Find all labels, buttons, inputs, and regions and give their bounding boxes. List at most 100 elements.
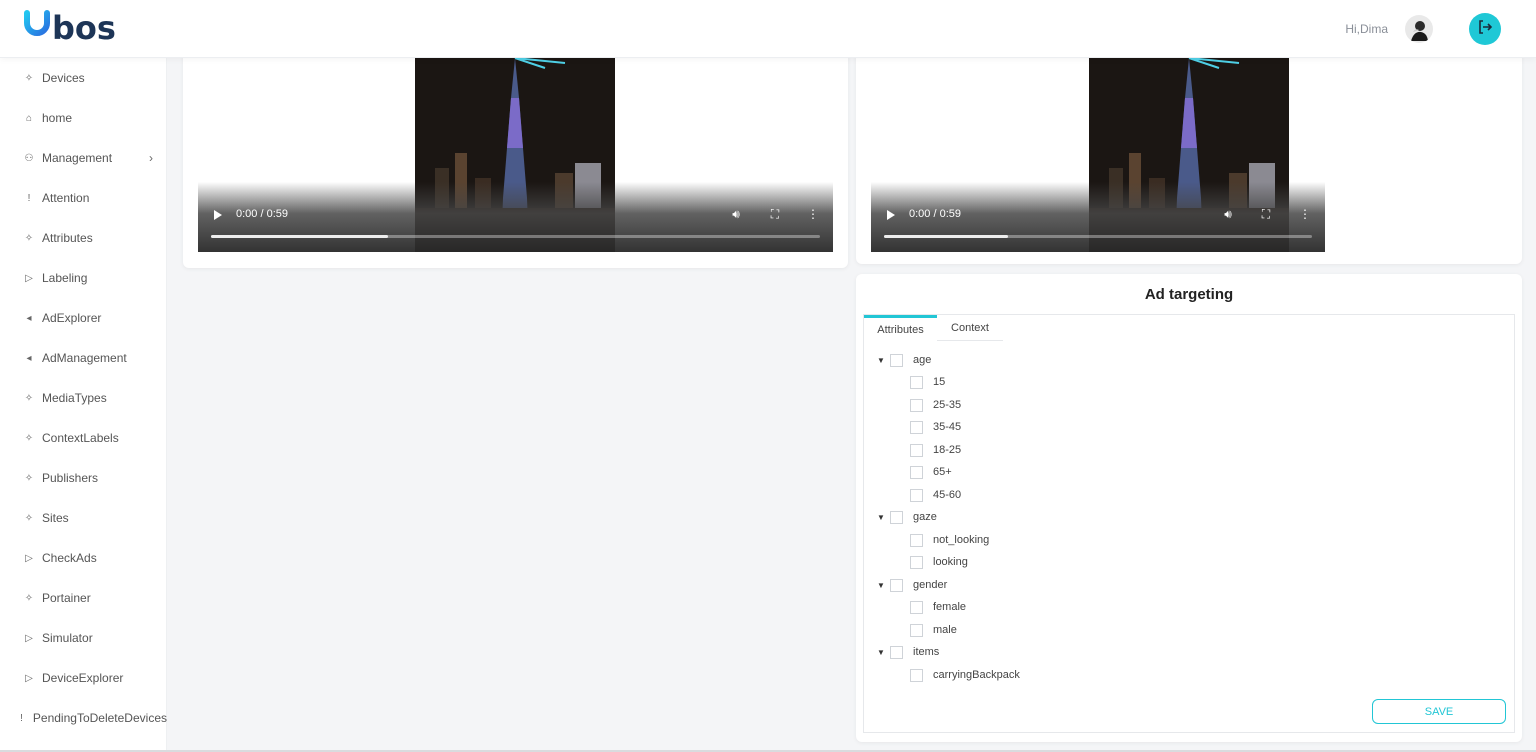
logout-button[interactable] — [1469, 13, 1501, 45]
sidebar-item-labeling[interactable]: ▷ Labeling — [0, 258, 167, 298]
checkbox[interactable] — [910, 623, 923, 637]
checkbox[interactable] — [910, 420, 923, 434]
video-player-1[interactable]: 0:00 / 0:59 🔊︎ ⛶ ⋮ — [198, 58, 833, 252]
sparkle-icon: ✧ — [24, 432, 34, 444]
volume-button[interactable]: 🔊︎ — [1220, 206, 1236, 222]
sidebar-item-label: Portainer — [42, 591, 91, 605]
sidebar-item-label: PendingToDeleteDevices — [32, 711, 167, 725]
video-progress-bar[interactable] — [211, 235, 820, 238]
checkbox[interactable] — [910, 398, 923, 412]
checkbox[interactable] — [910, 600, 923, 614]
checkbox[interactable] — [910, 668, 923, 682]
sparkle-icon: ✧ — [24, 472, 34, 484]
checkbox[interactable] — [890, 645, 903, 659]
fullscreen-icon: ⛶ — [770, 206, 780, 221]
caret-down-icon[interactable]: ▼ — [876, 648, 886, 657]
sidebar-item-label: DeviceExplorer — [42, 671, 124, 685]
sidebar-item-label: AdExplorer — [42, 311, 102, 325]
ubos-logo[interactable]: bos — [24, 9, 144, 47]
sidebar-item-label: home — [42, 111, 73, 125]
tree-leaf-label: female — [933, 601, 967, 613]
checkbox[interactable] — [890, 510, 903, 524]
fullscreen-button[interactable]: ⛶ — [767, 206, 783, 222]
sidebar-item-admanagement[interactable]: ◂ AdManagement — [0, 338, 167, 378]
exclamation-icon: ! — [20, 712, 23, 724]
sidebar-item-publishers[interactable]: ✧ Publishers — [0, 458, 167, 498]
tree-leaf: 65+ — [910, 461, 952, 483]
tab-attributes[interactable]: Attributes — [864, 315, 937, 341]
caret-down-icon[interactable]: ▼ — [876, 356, 886, 365]
tab-context[interactable]: Context — [937, 315, 1003, 341]
play-button[interactable] — [887, 210, 895, 220]
tag-icon: ▷ — [25, 272, 33, 284]
checkbox[interactable] — [890, 578, 903, 592]
caret-down-icon[interactable]: ▼ — [876, 513, 886, 522]
checkbox[interactable] — [910, 555, 923, 569]
tree-node-label: items — [913, 646, 940, 658]
tree-leaf: carryingBackpack — [910, 664, 1020, 686]
sidebar-item-label: Attributes — [42, 231, 93, 245]
tree-leaf: 25-35 — [910, 394, 961, 416]
tree-leaf-label: 35-45 — [933, 421, 962, 433]
checkbox[interactable] — [910, 533, 923, 547]
fullscreen-button[interactable]: ⛶ — [1258, 206, 1274, 222]
sidebar: ✧ Devices ⌂ home ⚇ Management › ! Attention ✧… — [0, 58, 167, 752]
sidebar-item-attention[interactable]: ! Attention — [0, 178, 167, 218]
sidebar-item-management[interactable]: ⚇ Management › — [0, 138, 167, 178]
sidebar-item-home[interactable]: ⌂ home — [0, 98, 167, 138]
tag-icon: ▷ — [25, 552, 33, 564]
tree-node-age: ▼ age — [876, 349, 931, 371]
sidebar-item-simulator[interactable]: ▷ Simulator — [0, 618, 167, 658]
video-progress-bar[interactable] — [884, 235, 1312, 238]
sidebar-item-devices[interactable]: ✧ Devices — [0, 58, 167, 98]
sidebar-item-deviceexplorer[interactable]: ▷ DeviceExplorer — [0, 658, 167, 698]
checkbox[interactable] — [910, 488, 923, 502]
caret-down-icon[interactable]: ▼ — [876, 581, 886, 590]
volume-icon: 🔊︎ — [732, 206, 740, 221]
video-card-1: 0:00 / 0:59 🔊︎ ⛶ ⋮ — [183, 46, 848, 268]
sidebar-item-label: CheckAds — [42, 551, 97, 565]
sidebar-item-checkads[interactable]: ▷ CheckAds — [0, 538, 167, 578]
tree-node-label: gaze — [913, 511, 937, 523]
sidebar-item-label: Sites — [42, 511, 69, 525]
sidebar-item-adexplorer[interactable]: ◂ AdExplorer — [0, 298, 167, 338]
video-progress-fill — [211, 235, 388, 238]
megaphone-icon: ◂ — [26, 312, 32, 324]
tree-leaf-label: not_looking — [933, 534, 990, 546]
sidebar-item-label: Management — [42, 151, 113, 165]
save-button[interactable]: SAVE — [1372, 699, 1506, 724]
more-options-button[interactable]: ⋮ — [1297, 206, 1313, 222]
sidebar-item-label: MediaTypes — [42, 391, 107, 405]
tree-leaf-label: 25-35 — [933, 399, 962, 411]
tree-leaf-label: carryingBackpack — [933, 669, 1020, 681]
user-avatar[interactable] — [1405, 15, 1433, 43]
video-player-2[interactable]: 0:00 / 0:59 🔊︎ ⛶ ⋮ — [871, 58, 1325, 252]
checkbox[interactable] — [910, 443, 923, 457]
tree-leaf-label: male — [933, 624, 957, 636]
sidebar-item-mediatypes[interactable]: ✧ MediaTypes — [0, 378, 167, 418]
video-card-2: 0:00 / 0:59 🔊︎ ⛶ ⋮ — [856, 46, 1522, 264]
sidebar-item-pendingtodeletedevices[interactable]: ! PendingToDeleteDevices — [0, 698, 167, 738]
users-icon: ⚇ — [24, 152, 34, 164]
sidebar-item-label: AdManagement — [42, 351, 127, 365]
volume-button[interactable]: 🔊︎ — [728, 206, 744, 222]
chevron-right-icon: › — [149, 151, 153, 165]
sidebar-item-sites[interactable]: ✧ Sites — [0, 498, 167, 538]
svg-text:bos: bos — [52, 9, 116, 43]
play-button[interactable] — [214, 210, 222, 220]
tree-leaf-label: 65+ — [933, 466, 952, 478]
checkbox[interactable] — [890, 353, 903, 367]
more-options-button[interactable]: ⋮ — [805, 206, 821, 222]
tree-leaf-label: looking — [933, 556, 968, 568]
sidebar-item-label: Publishers — [42, 471, 99, 485]
sparkle-icon: ✧ — [24, 72, 34, 84]
sparkle-icon: ✧ — [24, 232, 34, 244]
sidebar-item-attributes[interactable]: ✧ Attributes — [0, 218, 167, 258]
tree-leaf: looking — [910, 551, 968, 573]
sidebar-item-contextlabels[interactable]: ✧ ContextLabels — [0, 418, 167, 458]
video-progress-fill — [884, 235, 1009, 238]
sidebar-item-portainer[interactable]: ✧ Portainer — [0, 578, 167, 618]
checkbox[interactable] — [910, 465, 923, 479]
checkbox[interactable] — [910, 375, 923, 389]
more-vert-icon: ⋮ — [1299, 207, 1311, 221]
